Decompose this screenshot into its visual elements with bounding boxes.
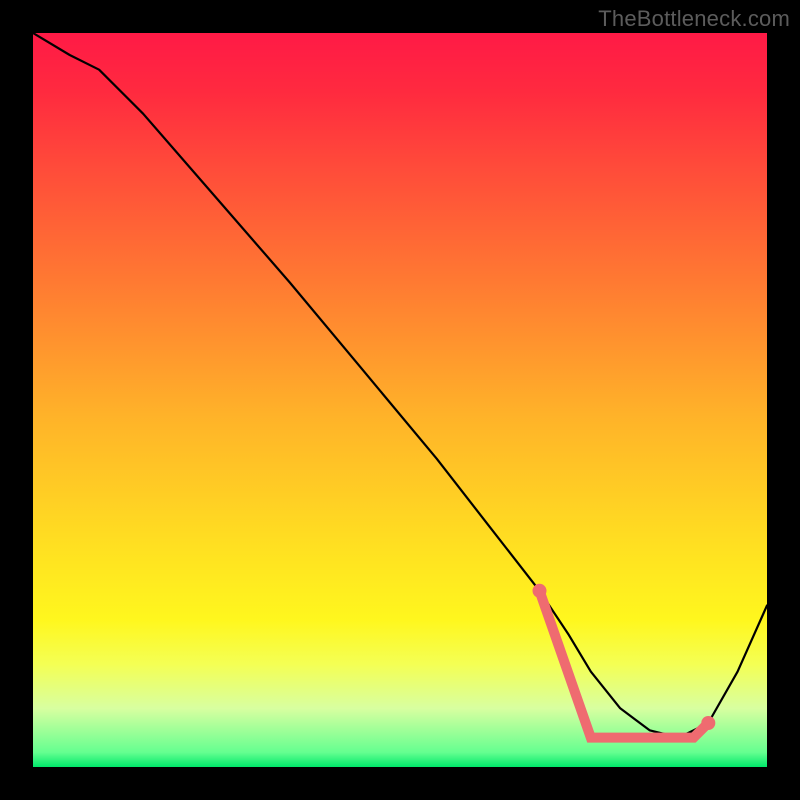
marker-segment xyxy=(540,591,709,738)
attribution-label: TheBottleneck.com xyxy=(598,6,790,32)
marker-dot-end xyxy=(701,716,715,730)
series-group xyxy=(33,33,767,738)
chart-stage: TheBottleneck.com xyxy=(0,0,800,800)
marker-dot-start xyxy=(533,584,547,598)
chart-svg xyxy=(33,33,767,767)
marker-group xyxy=(533,584,716,738)
plot-area xyxy=(33,33,767,767)
bottleneck-curve-line xyxy=(33,33,767,738)
